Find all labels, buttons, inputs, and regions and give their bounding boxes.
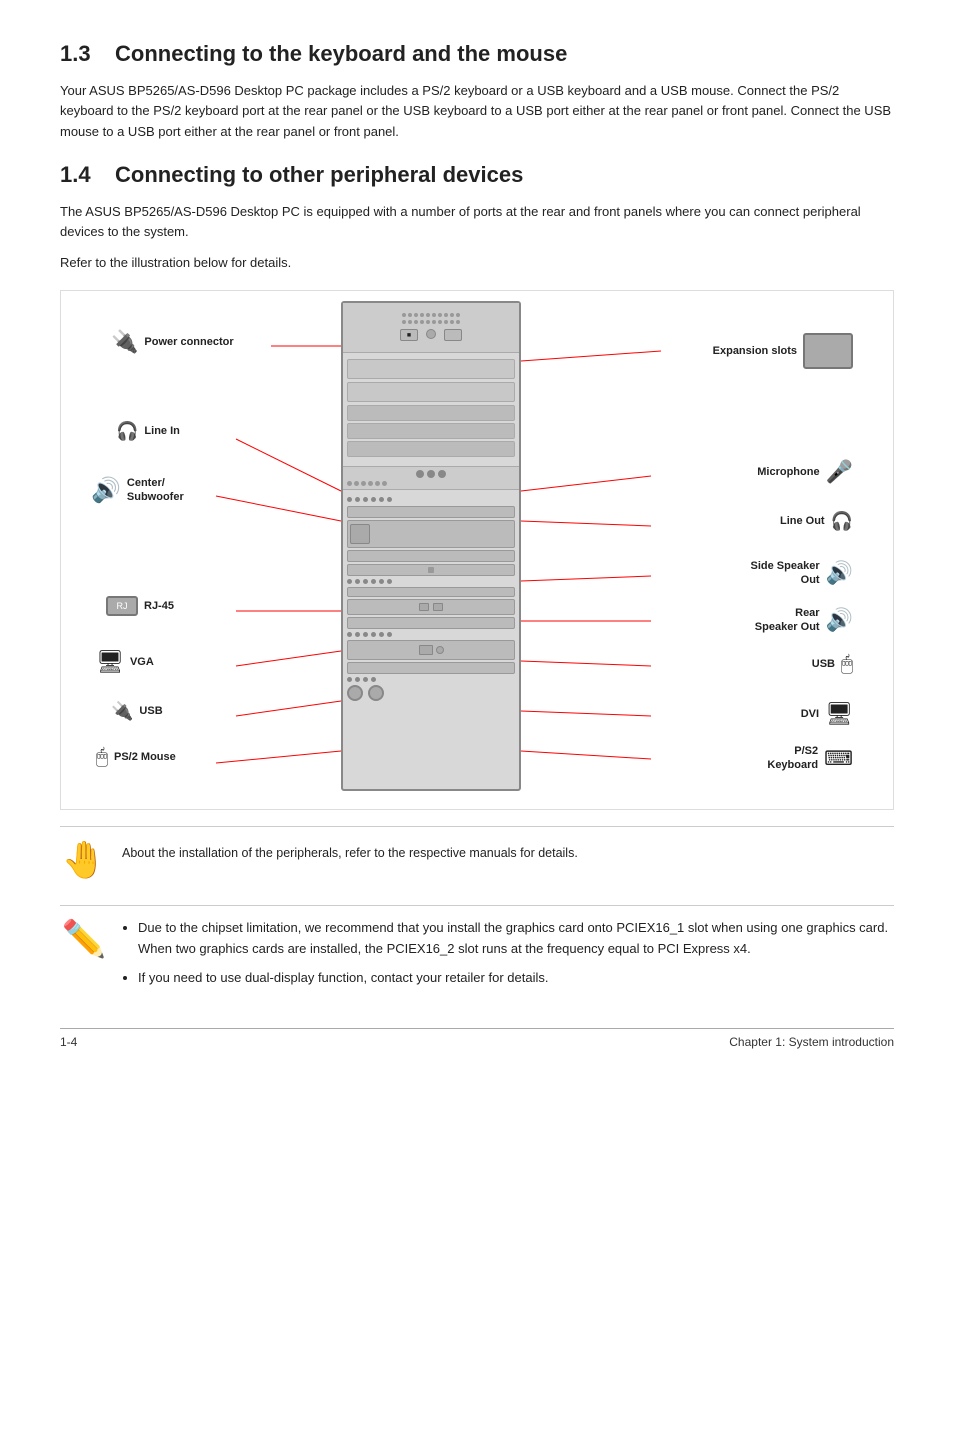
label-rj45: RJ RJ-45 xyxy=(106,596,174,616)
section14-body2: Refer to the illustration below for deta… xyxy=(60,253,894,274)
label-usb-right: 🖱 USB xyxy=(812,653,853,676)
label-dvi: 🖥 DVI xyxy=(801,701,853,727)
label-line-out: 🎧 Line Out xyxy=(780,511,853,532)
label-center-subwoofer: 🔊 Center/Subwoofer xyxy=(91,476,184,505)
section13-body: Your ASUS BP5265/AS-D596 Desktop PC pack… xyxy=(60,81,894,143)
page-footer: 1-4 Chapter 1: System introduction xyxy=(60,1028,894,1049)
page-number: 1-4 xyxy=(60,1035,77,1049)
section13-title: Connecting to the keyboard and the mouse xyxy=(115,41,567,66)
label-line-in: 🎧 Line In xyxy=(116,421,180,442)
note-installation-text: About the installation of the peripheral… xyxy=(122,839,578,863)
label-ps2-mouse: 🖱 PS/2 Mouse xyxy=(96,746,176,769)
label-vga: 🖥 VGA xyxy=(96,649,154,675)
label-microphone: 🎤 Microphone xyxy=(757,459,853,485)
label-expansion-slots: Expansion slots xyxy=(713,333,853,369)
note-chipset-item-2: If you need to use dual-display function… xyxy=(138,968,894,989)
peripheral-illustration: ■ xyxy=(60,290,894,810)
label-power-connector: 🔌 Power connector xyxy=(111,329,234,355)
label-usb-left: 🔌 USB xyxy=(111,701,163,722)
section14-body1: The ASUS BP5265/AS-D596 Desktop PC is eq… xyxy=(60,202,894,244)
note-pencil-icon: ✏️ xyxy=(60,918,108,960)
section14-heading: 1.4 Connecting to other peripheral devic… xyxy=(60,161,894,190)
section14-number: 1.4 xyxy=(60,162,91,187)
label-side-speaker-out: 🔊 Side SpeakerOut xyxy=(751,559,854,588)
section13-number: 1.3 xyxy=(60,41,91,66)
section13-heading: 1.3 Connecting to the keyboard and the m… xyxy=(60,40,894,69)
note-chipset: ✏️ Due to the chipset limitation, we rec… xyxy=(60,905,894,1008)
chapter-title: Chapter 1: System introduction xyxy=(729,1035,894,1049)
pc-tower: ■ xyxy=(341,301,521,791)
note-installation: 🤚 About the installation of the peripher… xyxy=(60,826,894,893)
note-chipset-list: Due to the chipset limitation, we recomm… xyxy=(138,918,894,996)
note-hand-icon: 🤚 xyxy=(60,839,108,881)
label-rear-speaker-out: 🔊 RearSpeaker Out xyxy=(755,606,853,635)
section14-title: Connecting to other peripheral devices xyxy=(115,162,523,187)
note-chipset-item-1: Due to the chipset limitation, we recomm… xyxy=(138,918,894,960)
label-ps2-keyboard: ⌨ P/S2Keyboard xyxy=(767,744,853,773)
